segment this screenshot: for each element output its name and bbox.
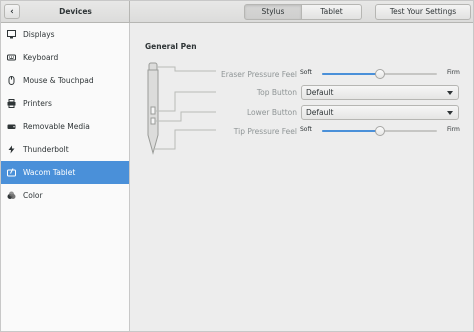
sidebar-item-label: Thunderbolt	[23, 145, 69, 154]
tip-slider-handle[interactable]	[375, 126, 385, 136]
color-icon	[7, 191, 16, 200]
media-icon	[7, 122, 16, 131]
sidebar-item-mouse[interactable]: Mouse & Touchpad	[1, 69, 129, 92]
sidebar-item-removable-media[interactable]: Removable Media	[1, 115, 129, 138]
header-title: Devices	[59, 7, 92, 16]
settings-window: ‹ Devices Stylus Tablet Test Your Settin…	[0, 0, 474, 332]
eraser-firm-label: Firm	[447, 69, 460, 76]
sidebar-item-label: Keyboard	[23, 53, 59, 62]
eraser-slider-handle[interactable]	[375, 69, 385, 79]
tip-slider-fill	[322, 130, 380, 132]
sidebar-item-label: Mouse & Touchpad	[23, 76, 94, 85]
sidebar-item-label: Color	[23, 191, 43, 200]
sidebar-item-printers[interactable]: Printers	[1, 92, 129, 115]
eraser-slider-fill	[322, 73, 380, 75]
eraser-slider-track	[322, 69, 437, 79]
display-icon	[7, 30, 16, 39]
top-button-value: Default	[306, 88, 334, 97]
lower-button-dropdown[interactable]: Default	[301, 105, 459, 120]
tip-slider-track	[322, 126, 437, 136]
lower-button-label: Lower Button	[247, 108, 297, 117]
sidebar-item-label: Displays	[23, 30, 55, 39]
header-left: ‹ Devices	[1, 1, 130, 23]
sidebar-item-displays[interactable]: Displays	[1, 23, 129, 46]
chevron-left-icon: ‹	[10, 6, 14, 17]
tip-pressure-label: Tip Pressure Feel	[233, 127, 297, 136]
eraser-pressure-slider[interactable]: Soft Firm	[300, 68, 465, 80]
thunderbolt-icon	[7, 145, 16, 154]
sidebar-item-color[interactable]: Color	[1, 184, 129, 207]
tip-pressure-slider[interactable]: Soft Firm	[300, 125, 465, 137]
sidebar-item-label: Removable Media	[23, 122, 90, 131]
tip-soft-label: Soft	[300, 126, 312, 133]
main-content: General Pen Eraser Pressure Feel Soft Fi…	[131, 23, 473, 331]
dropdown-arrow-icon	[447, 111, 453, 115]
top-button-label: Top Button	[256, 88, 297, 97]
lower-button-value: Default	[306, 108, 334, 117]
header-bar: ‹ Devices Stylus Tablet Test Your Settin…	[1, 1, 473, 23]
sidebar-item-label: Wacom Tablet	[23, 168, 76, 177]
top-button-dropdown[interactable]: Default	[301, 85, 459, 100]
sidebar: Displays Keyboard Mouse & Touchpad Print…	[1, 23, 130, 331]
sidebar-item-wacom-tablet[interactable]: Wacom Tablet	[1, 161, 129, 184]
eraser-pressure-label: Eraser Pressure Feel	[220, 70, 297, 79]
mouse-icon	[7, 76, 16, 85]
tablet-icon	[7, 168, 16, 177]
tip-firm-label: Firm	[447, 126, 460, 133]
tab-stylus[interactable]: Stylus	[244, 4, 302, 20]
eraser-soft-label: Soft	[300, 69, 312, 76]
sidebar-item-thunderbolt[interactable]: Thunderbolt	[1, 138, 129, 161]
dropdown-arrow-icon	[447, 91, 453, 95]
keyboard-icon	[7, 53, 16, 62]
tab-tablet[interactable]: Tablet	[301, 4, 362, 20]
printer-icon	[7, 99, 16, 108]
test-settings-button[interactable]: Test Your Settings	[375, 4, 471, 20]
back-button[interactable]: ‹	[4, 4, 20, 19]
sidebar-item-keyboard[interactable]: Keyboard	[1, 46, 129, 69]
sidebar-item-label: Printers	[23, 99, 52, 108]
